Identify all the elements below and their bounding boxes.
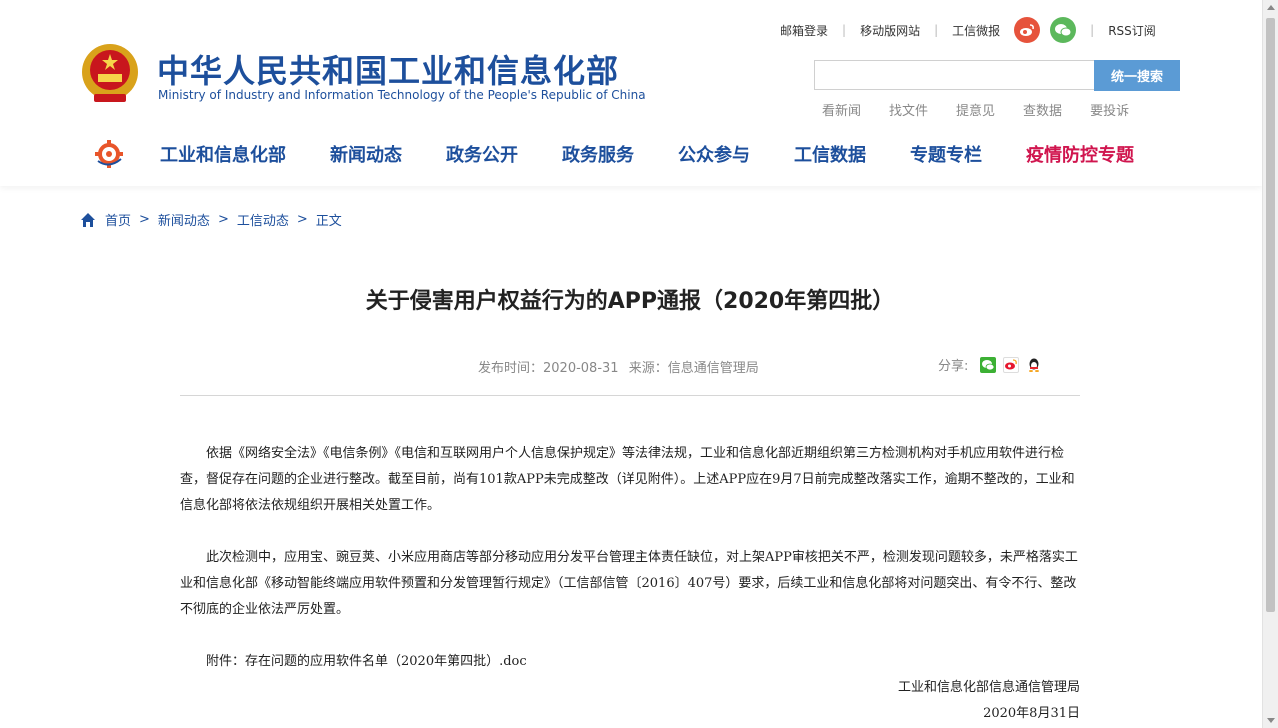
mobile-site-link[interactable]: 移动版网站 (860, 22, 920, 39)
scroll-up-arrow-icon[interactable] (1267, 5, 1275, 10)
nav-item-topics[interactable]: 专题专栏 (910, 141, 982, 167)
divider: | (1090, 23, 1095, 37)
breadcrumb: 首页 > 新闻动态 > 工信动态 > 正文 (80, 210, 342, 229)
divider: | (934, 23, 939, 37)
national-emblem-icon[interactable] (80, 42, 140, 106)
publish-date: 发布时间：2020-08-31 (478, 361, 619, 376)
article-sign-date: 2020年8月31日 (983, 706, 1080, 721)
article-paragraph: 依据《网络安全法》《电信条例》《电信和互联网用户个人信息保护规定》等法律法规，工… (180, 446, 1075, 513)
nav-item-news[interactable]: 新闻动态 (330, 141, 402, 167)
quick-link-complaint[interactable]: 要投诉 (1090, 100, 1129, 119)
divider: | (842, 23, 847, 37)
quick-link-data[interactable]: 查数据 (1023, 100, 1062, 119)
wechat-icon[interactable] (1050, 17, 1077, 43)
breadcrumb-miit-news[interactable]: 工信动态 (237, 210, 289, 229)
nav-item-gov-info[interactable]: 政务公开 (446, 141, 518, 167)
top-links: 邮箱登录 | 移动版网站 | 工信微报 | RSS订阅 (780, 17, 1156, 43)
weibo-icon[interactable] (1014, 17, 1041, 43)
search-input[interactable] (814, 60, 1094, 90)
miit-logo-icon[interactable] (94, 139, 124, 169)
home-icon[interactable] (80, 212, 96, 228)
site-title[interactable]: 中华人民共和国工业和信息化部 (157, 46, 619, 92)
share-qq-icon[interactable] (1026, 356, 1043, 373)
nav-item-public-participation[interactable]: 公众参与 (678, 141, 750, 167)
search-button[interactable]: 统一搜索 (1094, 60, 1180, 91)
nav-item-ministry[interactable]: 工业和信息化部 (160, 141, 286, 167)
share-wechat-icon[interactable] (980, 356, 997, 373)
scroll-thumb[interactable] (1266, 18, 1275, 612)
weibo-news-link[interactable]: 工信微报 (952, 22, 1000, 39)
attachment-link[interactable]: 附件：存在问题的应用软件名单（2020年第四批）.doc (206, 650, 527, 669)
main-nav: 工业和信息化部 新闻动态 政务公开 政务服务 公众参与 工信数据 专题专栏 疫情… (94, 138, 1178, 170)
share-bar: 分享: (938, 355, 1043, 374)
article-paragraph: 此次检测中，应用宝、豌豆荚、小米应用商店等部分移动应用分发平台管理主体责任缺位，… (180, 550, 1078, 617)
share-label: 分享: (938, 359, 969, 374)
mail-login-link[interactable]: 邮箱登录 (780, 22, 828, 39)
quick-link-docs[interactable]: 找文件 (889, 100, 928, 119)
nav-item-epidemic[interactable]: 疫情防控专题 (1026, 141, 1134, 167)
article-source: 来源：信息通信管理局 (628, 361, 759, 376)
breadcrumb-current: 正文 (315, 214, 342, 229)
nav-item-data[interactable]: 工信数据 (794, 141, 866, 167)
site-header: 中华人民共和国工业和信息化部 Ministry of Industry and … (0, 0, 1262, 186)
rss-link[interactable]: RSS订阅 (1108, 22, 1156, 39)
site-subtitle: Ministry of Industry and Information Tec… (158, 88, 646, 102)
breadcrumb-home[interactable]: 首页 (105, 210, 131, 229)
breadcrumb-separator: > (296, 212, 308, 227)
quick-links: 看新闻 找文件 提意见 查数据 要投诉 (822, 100, 1157, 119)
title-divider (180, 395, 1080, 396)
nav-item-gov-services[interactable]: 政务服务 (562, 141, 634, 167)
article-title: 关于侵害用户权益行为的APP通报（2020年第四批） (365, 289, 895, 314)
breadcrumb-separator: > (217, 212, 229, 227)
article-signer: 工业和信息化部信息通信管理局 (897, 680, 1080, 695)
breadcrumb-separator: > (139, 212, 150, 227)
breadcrumb-news[interactable]: 新闻动态 (158, 210, 210, 229)
quick-link-news[interactable]: 看新闻 (822, 100, 861, 119)
quick-link-feedback[interactable]: 提意见 (956, 100, 995, 119)
article-meta: 发布时间：2020-08-31 来源：信息通信管理局 (478, 357, 765, 376)
share-weibo-icon[interactable] (1003, 356, 1020, 373)
vertical-scrollbar[interactable] (1262, 0, 1278, 728)
scroll-down-arrow-icon[interactable] (1267, 718, 1275, 723)
